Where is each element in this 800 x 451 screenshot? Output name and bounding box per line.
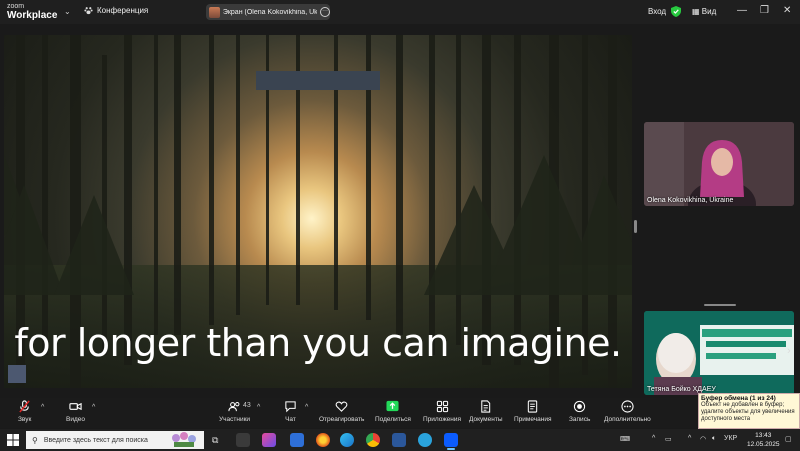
signin-button[interactable]: Вход <box>648 7 666 16</box>
title-bar: zoom Workplace ⌄ Конференция Экран (Olen… <box>0 0 800 24</box>
more-button[interactable]: Дополнительно <box>604 400 651 423</box>
app-window-icon[interactable] <box>236 433 250 447</box>
docs-button[interactable]: Документы <box>469 400 503 423</box>
more-icon <box>621 400 634 413</box>
tray-overflow-icon[interactable]: ^ <box>652 435 655 442</box>
telegram-icon[interactable] <box>418 433 432 447</box>
share-screen-icon <box>386 400 399 412</box>
audio-button[interactable]: Звук <box>18 400 31 423</box>
docs-label: Документы <box>469 416 503 423</box>
meeting-toolbar: Звук ^ Видео ^ Участники 43 ^ Чат ^ Отре… <box>0 398 800 428</box>
brand-bottom: Workplace <box>7 10 58 21</box>
chrome-icon[interactable] <box>366 433 380 447</box>
heart-icon <box>335 401 348 412</box>
language-indicator[interactable]: УКР <box>724 435 737 442</box>
chat-label: Чат <box>285 416 296 423</box>
participants-label: Участники <box>219 416 251 423</box>
photos-app-icon[interactable] <box>262 433 276 447</box>
apps-icon <box>436 400 448 413</box>
document-icon <box>481 400 491 413</box>
conference-menu[interactable]: Конференция <box>84 6 148 15</box>
more-options-icon[interactable]: ··· <box>320 7 330 17</box>
participants-options-caret[interactable]: ^ <box>257 404 260 411</box>
mail-app-icon[interactable] <box>290 433 304 447</box>
participant-video <box>644 311 794 395</box>
minimize-icon[interactable]: — <box>737 5 747 16</box>
record-icon <box>574 400 586 413</box>
notes-label: Примечания <box>514 416 552 423</box>
chat-icon <box>285 401 296 413</box>
close-icon[interactable]: ✕ <box>783 5 791 16</box>
task-view-icon[interactable]: ⧉ <box>212 435 218 446</box>
share-button[interactable]: Поделиться <box>375 400 411 423</box>
keyboard-icon[interactable]: ⌨ <box>620 435 630 443</box>
notes-icon <box>528 400 538 413</box>
record-label: Запись <box>569 416 591 423</box>
video-label: Видео <box>66 416 85 423</box>
video-tile[interactable]: Olena Kokovikhina, Ukraine <box>644 122 794 206</box>
audio-options-caret[interactable]: ^ <box>41 404 44 411</box>
search-placeholder: Введите здесь текст для поиска <box>43 436 148 444</box>
wifi-icon[interactable]: ◠ <box>700 435 706 443</box>
view-label: Вид <box>701 7 717 16</box>
view-grid-icon: ▦ <box>692 7 700 16</box>
participants-count: 43 <box>243 402 251 409</box>
presenter-avatar <box>209 6 220 18</box>
clock-date: 12.05.2025 <box>747 441 780 448</box>
slide-caption: for longer than you can imagine. <box>14 321 622 365</box>
chat-button[interactable]: Чат <box>284 400 297 423</box>
clipboard-body: Объект не добавлен в буфер; удалите объе… <box>701 402 795 422</box>
mic-muted-icon <box>19 400 30 413</box>
notifications-icon[interactable]: ▢ <box>785 435 792 443</box>
flowers-decoration-icon <box>172 432 196 447</box>
screen-share-pill[interactable]: Экран (Olena Kokovikhina, Ukrai ··· <box>206 4 330 20</box>
shield-icon[interactable] <box>671 6 681 17</box>
record-button[interactable]: Запись <box>569 400 590 423</box>
participants-icon <box>228 402 240 412</box>
zoom-logo: zoom Workplace <box>7 2 58 21</box>
windows-start-icon[interactable] <box>7 434 19 446</box>
panel-drag-handle[interactable] <box>704 304 736 306</box>
system-clock[interactable]: 13:43 12.05.2025 <box>747 431 780 449</box>
zoom-taskbar-icon[interactable] <box>444 433 458 450</box>
view-menu[interactable]: ▦ Вид <box>692 7 716 16</box>
participant-name: Тетяна Бойко ХДАЕУ <box>647 386 716 393</box>
chevron-right-icon[interactable]: › <box>787 345 791 357</box>
chat-options-caret[interactable]: ^ <box>305 404 308 411</box>
windows-taskbar: ⚲ Введите здесь текст для поиска ⧉ ⌨ ^ ▭… <box>0 429 800 451</box>
word-icon[interactable] <box>392 433 406 447</box>
screen-share-label: Экран (Olena Kokovikhina, Ukrai <box>222 8 318 16</box>
presenter-thumbnail <box>8 365 26 383</box>
share-label: Поделиться <box>375 416 411 423</box>
network-icon[interactable]: ▭ <box>665 435 672 443</box>
firefox-icon[interactable] <box>316 433 330 447</box>
chevron-up-icon[interactable]: ^ <box>688 435 691 442</box>
video-options-caret[interactable]: ^ <box>92 404 95 411</box>
shared-screen: for longer than you can imagine. <box>4 35 632 388</box>
video-button[interactable]: Видео <box>66 400 85 423</box>
more-label: Дополнительно <box>604 416 651 423</box>
restore-icon[interactable]: ❐ <box>760 5 769 16</box>
clock-time: 13:43 <box>755 432 772 439</box>
participant-name: Olena Kokovikhina, Ukraine <box>647 197 734 204</box>
split-handle[interactable] <box>634 220 637 233</box>
react-button[interactable]: Отреагировать <box>319 400 364 423</box>
video-tile[interactable]: Тетяна Бойко ХДАЕУ <box>644 311 794 395</box>
volume-icon[interactable]: 🔈︎ <box>712 435 716 443</box>
search-icon: ⚲ <box>32 435 38 445</box>
redacted-area <box>256 71 380 90</box>
camera-icon <box>69 402 82 411</box>
clipboard-title: Буфер обмена (1 из 24) <box>701 395 776 402</box>
chevron-down-icon[interactable]: ⌄ <box>64 7 71 16</box>
notes-button[interactable]: Примечания <box>514 400 552 423</box>
edge-icon[interactable] <box>340 433 354 447</box>
conference-label: Конференция <box>97 6 149 15</box>
react-label: Отреагировать <box>319 416 365 423</box>
apps-label: Приложения <box>423 416 462 423</box>
apps-button[interactable]: Приложения <box>423 400 461 423</box>
audio-label: Звук <box>18 416 32 423</box>
clipboard-notification[interactable]: Буфер обмена (1 из 24) Объект не добавле… <box>698 393 800 429</box>
paw-icon <box>84 7 93 15</box>
participant-video <box>644 122 794 206</box>
